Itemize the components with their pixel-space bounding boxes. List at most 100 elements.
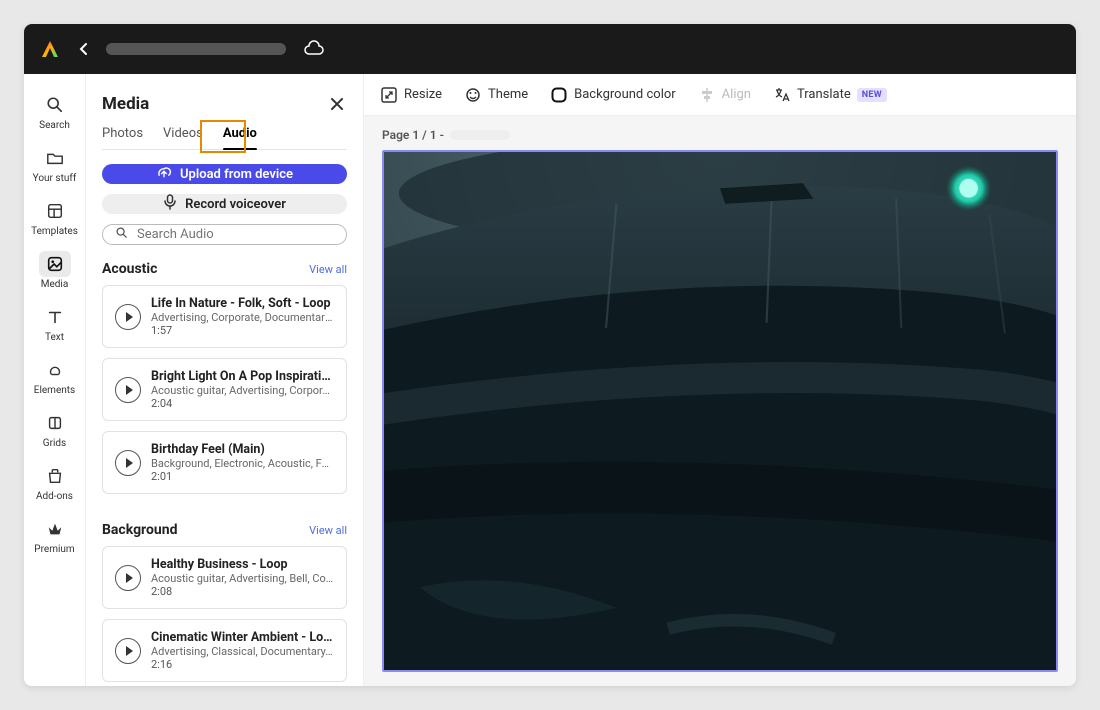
track-tags: Acoustic guitar, Advertising, Bell, Corp… <box>151 572 334 585</box>
back-button[interactable] <box>74 36 94 63</box>
section-acoustic: Acoustic View all Life In Nature - Folk,… <box>102 261 347 504</box>
media-tabs: Photos Videos Audio <box>102 126 347 150</box>
media-panel: Media Photos Videos Audio Upload from de… <box>86 74 364 686</box>
sidebar-item-grids[interactable]: Grids <box>28 404 82 453</box>
track-duration: 2:16 <box>151 658 334 671</box>
elements-icon <box>46 361 64 379</box>
play-button[interactable] <box>115 565 141 591</box>
audio-track[interactable]: Life In Nature - Folk, Soft - Loop Adver… <box>102 285 347 348</box>
upload-icon <box>156 164 172 184</box>
templates-icon <box>46 202 64 220</box>
close-panel-button[interactable] <box>327 94 347 114</box>
translate-tool[interactable]: Translate NEW <box>773 86 887 104</box>
resize-tool[interactable]: Resize <box>380 86 442 104</box>
page-indicator: Page 1 / 1 - <box>382 128 444 142</box>
section-title: Background <box>102 522 177 538</box>
topbar <box>24 24 1076 74</box>
cloud-sync-icon[interactable] <box>304 39 324 59</box>
record-button-label: Record voiceover <box>185 197 286 212</box>
translate-icon <box>773 86 791 104</box>
media-panel-title: Media <box>102 94 149 114</box>
resize-icon <box>380 86 398 104</box>
record-voiceover-button[interactable]: Record voiceover <box>102 194 347 214</box>
media-icon <box>46 255 64 273</box>
background-color-tool[interactable]: Background color <box>550 86 676 104</box>
track-tags: Acoustic guitar, Advertising, Corporate,… <box>151 384 334 397</box>
tab-audio[interactable]: Audio <box>223 126 257 149</box>
tab-videos[interactable]: Videos <box>163 126 203 149</box>
canvas-area: Resize Theme Background color Align Tran… <box>364 74 1076 686</box>
track-title: Healthy Business - Loop <box>151 557 334 572</box>
track-duration: 2:04 <box>151 397 334 410</box>
play-button[interactable] <box>115 377 141 403</box>
tab-photos[interactable]: Photos <box>102 126 143 149</box>
app-logo[interactable] <box>38 37 62 61</box>
view-all-link[interactable]: View all <box>309 524 347 537</box>
play-button[interactable] <box>115 450 141 476</box>
sidebar-item-elements[interactable]: Elements <box>28 351 82 400</box>
resize-label: Resize <box>404 87 442 102</box>
text-icon <box>46 308 64 326</box>
section-title: Acoustic <box>102 261 157 277</box>
sidebar-label: Search <box>39 120 70 131</box>
main-area: Search Your stuff Templates Media Text E… <box>24 74 1076 686</box>
align-tool: Align <box>698 86 751 104</box>
sidebar-label: Media <box>41 279 69 290</box>
track-title: Birthday Feel (Main) <box>151 442 334 457</box>
sidebar-item-your-stuff[interactable]: Your stuff <box>28 139 82 188</box>
audio-track[interactable]: Bright Light On A Pop Inspiratio… Acoust… <box>102 358 347 421</box>
track-tags: Advertising, Corporate, Documentary, D… <box>151 311 334 324</box>
sidebar-label: Premium <box>34 544 74 555</box>
sidebar-label: Your stuff <box>33 173 77 184</box>
theme-tool[interactable]: Theme <box>464 86 528 104</box>
document-title-placeholder[interactable] <box>106 43 286 55</box>
premium-icon <box>46 520 64 538</box>
sidebar-item-premium[interactable]: Premium <box>28 510 82 559</box>
upload-from-device-button[interactable]: Upload from device <box>102 164 347 184</box>
sidebar-item-templates[interactable]: Templates <box>28 192 82 241</box>
sidebar-item-search[interactable]: Search <box>28 86 82 135</box>
new-badge: NEW <box>857 88 887 102</box>
background-color-label: Background color <box>574 87 676 102</box>
folder-icon <box>46 149 64 167</box>
translate-label: Translate <box>797 87 851 102</box>
sidebar-item-media[interactable]: Media <box>28 245 82 294</box>
page-title-placeholder[interactable] <box>450 130 510 140</box>
canvas-toolbar: Resize Theme Background color Align Tran… <box>364 74 1076 116</box>
sidebar-label: Text <box>45 332 64 343</box>
audio-track[interactable]: Cinematic Winter Ambient - Loop Advertis… <box>102 619 347 682</box>
left-sidebar: Search Your stuff Templates Media Text E… <box>24 74 86 686</box>
view-all-link[interactable]: View all <box>309 263 347 276</box>
track-duration: 2:08 <box>151 585 334 598</box>
play-icon <box>126 573 133 583</box>
search-audio-input[interactable] <box>137 227 334 242</box>
track-tags: Advertising, Classical, Documentary, Dr… <box>151 645 334 658</box>
sidebar-item-addons[interactable]: Add-ons <box>28 457 82 506</box>
play-button[interactable] <box>115 638 141 664</box>
track-title: Life In Nature - Folk, Soft - Loop <box>151 296 334 311</box>
canvas-image <box>384 152 1056 670</box>
search-icon <box>46 96 64 114</box>
audio-track[interactable]: Healthy Business - Loop Acoustic guitar,… <box>102 546 347 609</box>
sidebar-item-text[interactable]: Text <box>28 298 82 347</box>
canvas-frame[interactable] <box>382 150 1058 672</box>
sidebar-label: Templates <box>31 226 78 237</box>
theme-label: Theme <box>488 87 528 102</box>
background-color-icon <box>550 86 568 104</box>
play-icon <box>126 312 133 322</box>
play-icon <box>126 458 133 468</box>
track-tags: Background, Electronic, Acoustic, Folk, … <box>151 457 334 470</box>
play-icon <box>126 646 133 656</box>
mic-icon <box>163 194 177 214</box>
track-duration: 2:01 <box>151 470 334 483</box>
align-label: Align <box>722 87 751 102</box>
sidebar-label: Elements <box>34 385 75 396</box>
search-audio-field[interactable] <box>102 224 347 245</box>
page-indicator-row: Page 1 / 1 - <box>364 116 1076 150</box>
sidebar-label: Add-ons <box>36 491 73 502</box>
theme-icon <box>464 86 482 104</box>
track-title: Cinematic Winter Ambient - Loop <box>151 630 334 645</box>
audio-track[interactable]: Birthday Feel (Main) Background, Electro… <box>102 431 347 494</box>
grids-icon <box>46 414 64 432</box>
play-button[interactable] <box>115 304 141 330</box>
